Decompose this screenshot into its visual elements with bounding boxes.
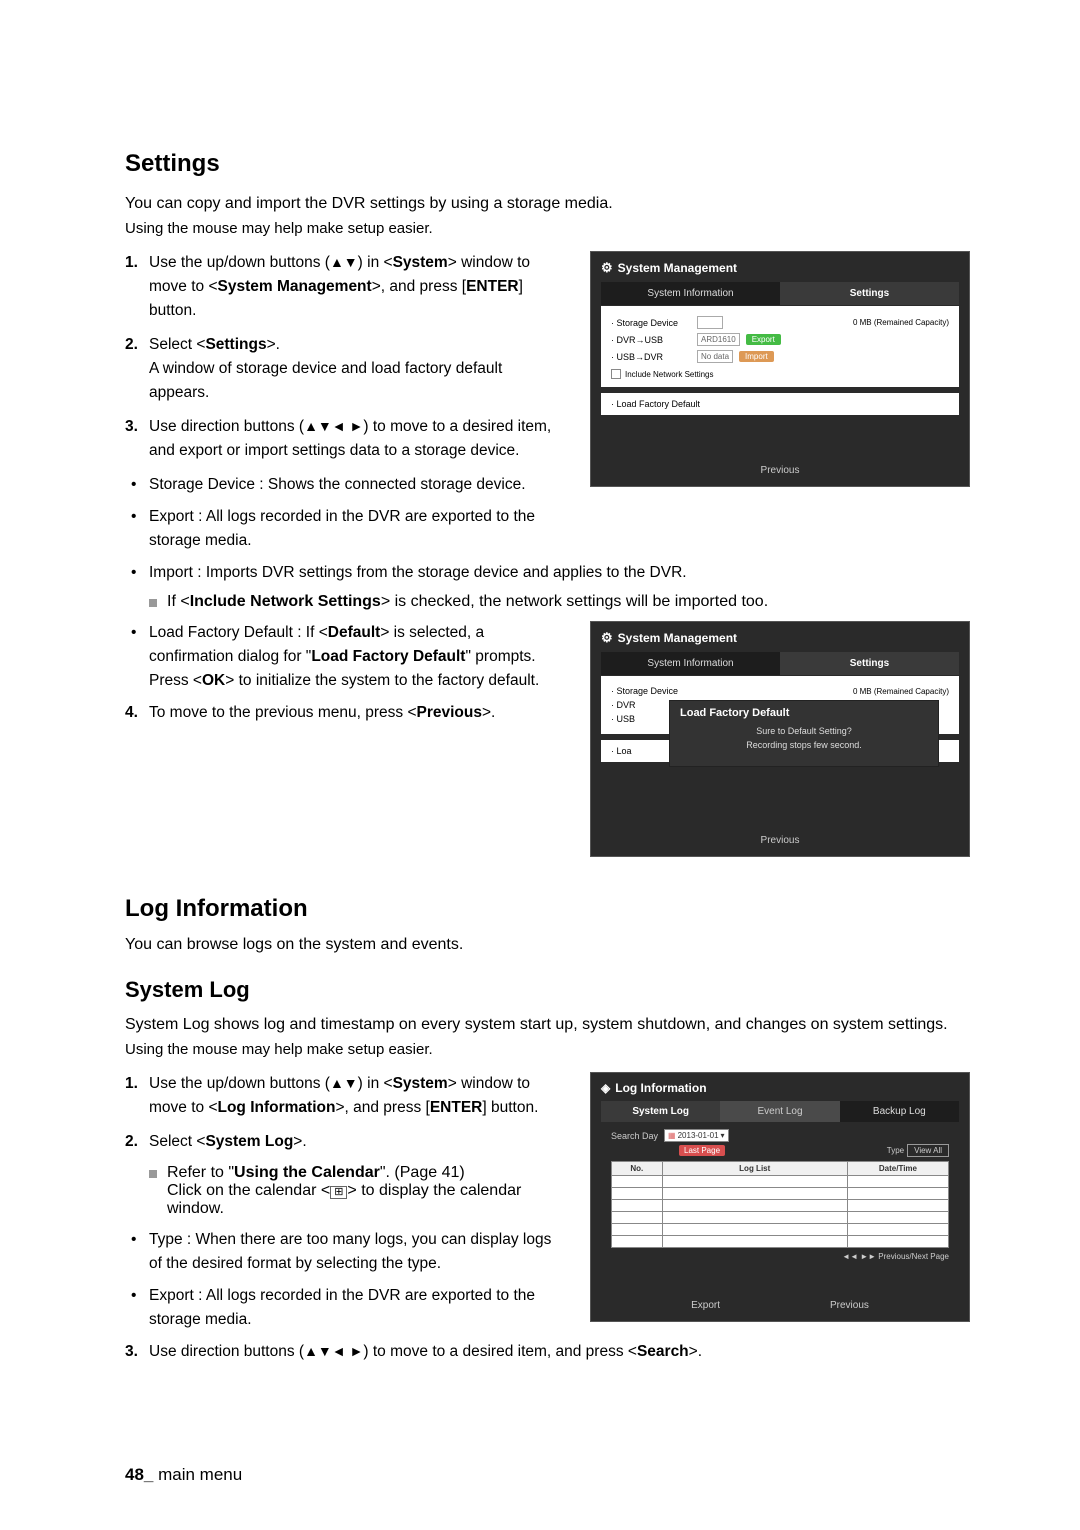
type-select[interactable]: View All [907,1144,949,1157]
tab-system-info[interactable]: System Information [601,652,780,675]
bullet-import: Import : Imports DVR settings from the s… [125,561,970,585]
log-icon: ◈ [601,1081,610,1095]
gear-icon: ⚙ [601,630,613,646]
log-step-2: 2.Select <System Log>. [125,1130,566,1154]
import-button[interactable]: Import [739,351,774,362]
last-page-button[interactable]: Last Page [679,1145,725,1156]
system-log-heading: System Log [125,977,970,1003]
log-step-3: 3.Use direction buttons (▲▼◄ ►) to move … [125,1340,970,1364]
calendar-note-1: Refer to "Using the Calendar". (Page 41)… [125,1164,566,1218]
settings-intro: You can copy and import the DVR settings… [125,192,970,216]
tab-system-info[interactable]: System Information [601,282,780,305]
prev-next-page[interactable]: ◄◄ ►► Previous/Next Page [611,1252,949,1261]
previous-button[interactable]: Previous [830,1300,869,1311]
log-step-1: 1.Use the up/down buttons (▲▼) in <Syste… [125,1072,566,1120]
system-log-desc: System Log shows log and timestamp on ev… [125,1013,970,1037]
bullet-export-log: Export : All logs recorded in the DVR ar… [125,1284,566,1332]
settings-heading: Settings [125,150,970,178]
export-button[interactable]: Export [691,1300,720,1311]
tab-settings[interactable]: Settings [780,652,959,675]
page-footer: 48_ main menu [125,1465,242,1485]
log-table: No.Log ListDate/Time [611,1161,949,1248]
tab-backup-log[interactable]: Backup Log [840,1101,959,1122]
step-4: 4.To move to the previous menu, press <P… [125,701,566,725]
system-log-mouse: Using the mouse may help make setup easi… [125,1041,970,1058]
bullet-load-factory: Load Factory Default : If <Default> is s… [125,621,566,693]
tab-system-log[interactable]: System Log [601,1101,720,1122]
calendar-icon: ▦ [668,1131,676,1140]
log-info-intro: You can browse logs on the system and ev… [125,933,970,957]
step-2: 2.Select <Settings>.A window of storage … [125,333,566,405]
log-info-heading: Log Information [125,895,970,923]
include-network-checkbox[interactable] [611,369,621,379]
network-settings-note: If <Include Network Settings> is checked… [125,593,970,611]
previous-button[interactable]: Previous [591,835,969,846]
bullet-storage: Storage Device : Shows the connected sto… [125,473,566,497]
step-3: 3.Use direction buttons (▲▼◄ ►) to move … [125,415,566,463]
load-factory-dialog: Load Factory Default Sure to Default Set… [669,700,939,767]
bullet-export: Export : All logs recorded in the DVR ar… [125,505,566,553]
previous-button[interactable]: Previous [591,465,969,476]
screenshot-system-management: ⚙System Management System Information Se… [590,251,970,487]
export-button[interactable]: Export [746,334,781,345]
calendar-icon: ⊞ [330,1186,347,1199]
screenshot-load-factory-dialog: ⚙System Management System Information Se… [590,621,970,857]
bullet-type: Type : When there are too many logs, you… [125,1228,566,1276]
search-day-input[interactable]: ▦2013-01-01 ▾ [664,1129,729,1142]
gear-icon: ⚙ [601,260,613,276]
screenshot-log-information: ◈Log Information System Log Event Log Ba… [590,1072,970,1322]
settings-mouse-note: Using the mouse may help make setup easi… [125,220,970,237]
tab-settings[interactable]: Settings [780,282,959,305]
step-1: 1.Use the up/down buttons (▲▼) in <Syste… [125,251,566,323]
tab-event-log[interactable]: Event Log [720,1101,839,1122]
